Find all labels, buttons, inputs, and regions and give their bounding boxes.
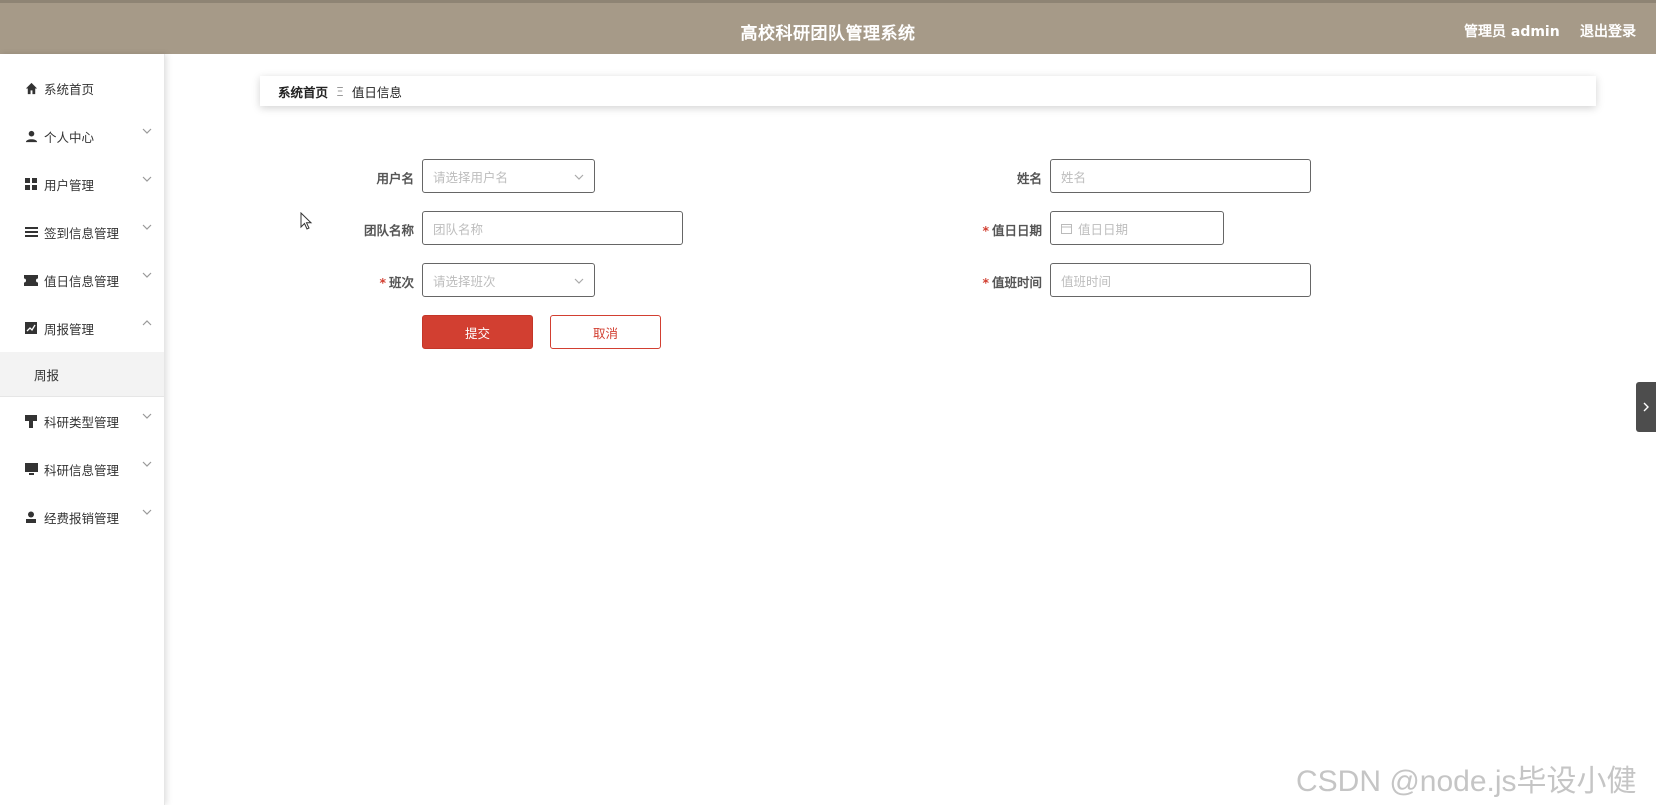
chevron-down-icon — [142, 176, 152, 182]
sidebar-item-checkin-management[interactable]: 签到信息管理 — [0, 208, 164, 256]
sidebar-item-label: 经费报销管理 — [44, 510, 120, 526]
name-label: 姓名 — [1016, 171, 1042, 186]
side-panel-toggle[interactable] — [1636, 382, 1656, 432]
sidebar-item-label: 科研信息管理 — [44, 462, 120, 478]
sidebar-item-home[interactable]: 系统首页 — [0, 64, 164, 112]
home-icon — [24, 81, 38, 95]
list-icon — [24, 225, 38, 239]
duty-date-picker[interactable]: 值日日期 — [1050, 211, 1224, 245]
sidebar: 系统首页 个人中心 用户管理 签到信息管理 值日信息管理 周报管理 周报 科研类… — [0, 54, 165, 805]
chevron-up-icon — [142, 320, 152, 326]
person-icon — [24, 510, 38, 524]
mouse-cursor-icon — [300, 212, 313, 230]
logout-link[interactable]: 退出登录 — [1580, 21, 1636, 41]
chevron-down-icon — [574, 278, 584, 284]
user-icon — [24, 129, 38, 143]
name-placeholder: 姓名 — [1061, 169, 1087, 185]
breadcrumb-current: 值日信息 — [351, 84, 402, 100]
monitor-icon — [24, 462, 38, 476]
sidebar-item-user-management[interactable]: 用户管理 — [0, 160, 164, 208]
sidebar-item-research-type-management[interactable]: 科研类型管理 — [0, 397, 164, 445]
duty-date-placeholder: 值日日期 — [1078, 221, 1129, 237]
chart-icon — [24, 321, 38, 335]
sidebar-item-label: 个人中心 — [44, 129, 95, 145]
sidebar-item-personal-center[interactable]: 个人中心 — [0, 112, 164, 160]
duty-date-label: * 值日日期 — [982, 223, 1042, 238]
shift-label: * 班次 — [379, 275, 414, 290]
chevron-down-icon — [142, 509, 152, 515]
breadcrumb-separator: Ξ — [336, 83, 344, 99]
sidebar-item-duty-management[interactable]: 值日信息管理 — [0, 256, 164, 304]
current-user-label: 管理员 admin — [1464, 24, 1560, 40]
sidebar-item-label: 科研类型管理 — [44, 414, 120, 430]
shift-select[interactable]: 请选择班次 — [422, 263, 595, 297]
top-header: 高校科研团队管理系统 管理员 admin 退出登录 — [0, 0, 1656, 54]
chevron-down-icon — [142, 272, 152, 278]
chevron-down-icon — [142, 128, 152, 134]
brush-icon — [24, 414, 38, 428]
chevron-down-icon — [142, 413, 152, 419]
app-title: 高校科研团队管理系统 — [740, 24, 916, 44]
sidebar-subitem-label: 周报 — [34, 367, 60, 383]
chevron-down-icon — [142, 224, 152, 230]
chevron-down-icon — [574, 174, 584, 180]
shift-placeholder: 请选择班次 — [433, 273, 496, 289]
team-input[interactable]: 团队名称 — [422, 211, 683, 245]
sidebar-item-label: 值日信息管理 — [44, 273, 120, 289]
name-input[interactable]: 姓名 — [1050, 159, 1311, 193]
username-placeholder: 请选择用户名 — [433, 169, 509, 185]
sidebar-item-label: 签到信息管理 — [44, 225, 120, 241]
sidebar-item-research-info-management[interactable]: 科研信息管理 — [0, 445, 164, 493]
cancel-button[interactable]: 取消 — [550, 315, 661, 349]
sidebar-subitem-weekly-report[interactable]: 周报 — [0, 352, 164, 397]
chevron-down-icon — [142, 461, 152, 467]
submit-button[interactable]: 提交 — [422, 315, 533, 349]
duty-time-placeholder: 值班时间 — [1061, 273, 1112, 289]
team-placeholder: 团队名称 — [433, 221, 484, 237]
calendar-icon — [1061, 223, 1072, 234]
watermark: CSDN @node.js毕设小健 — [1296, 765, 1637, 798]
duty-time-label: * 值班时间 — [982, 275, 1042, 290]
sidebar-item-label: 周报管理 — [44, 321, 95, 337]
sidebar-item-expense-management[interactable]: 经费报销管理 — [0, 493, 164, 541]
ticket-icon — [24, 273, 38, 287]
username-select[interactable]: 请选择用户名 — [422, 159, 595, 193]
breadcrumb-home[interactable]: 系统首页 — [278, 82, 328, 101]
sidebar-item-label: 系统首页 — [44, 81, 95, 97]
username-label: 用户名 — [376, 171, 414, 186]
breadcrumb: 系统首页 Ξ 值日信息 — [260, 76, 1596, 106]
sidebar-item-weekly-report-management[interactable]: 周报管理 — [0, 304, 164, 352]
team-label: 团队名称 — [363, 223, 414, 238]
sidebar-item-label: 用户管理 — [44, 177, 95, 193]
grid-icon — [24, 177, 38, 191]
chevron-right-icon — [1643, 402, 1649, 412]
duty-time-input[interactable]: 值班时间 — [1050, 263, 1311, 297]
